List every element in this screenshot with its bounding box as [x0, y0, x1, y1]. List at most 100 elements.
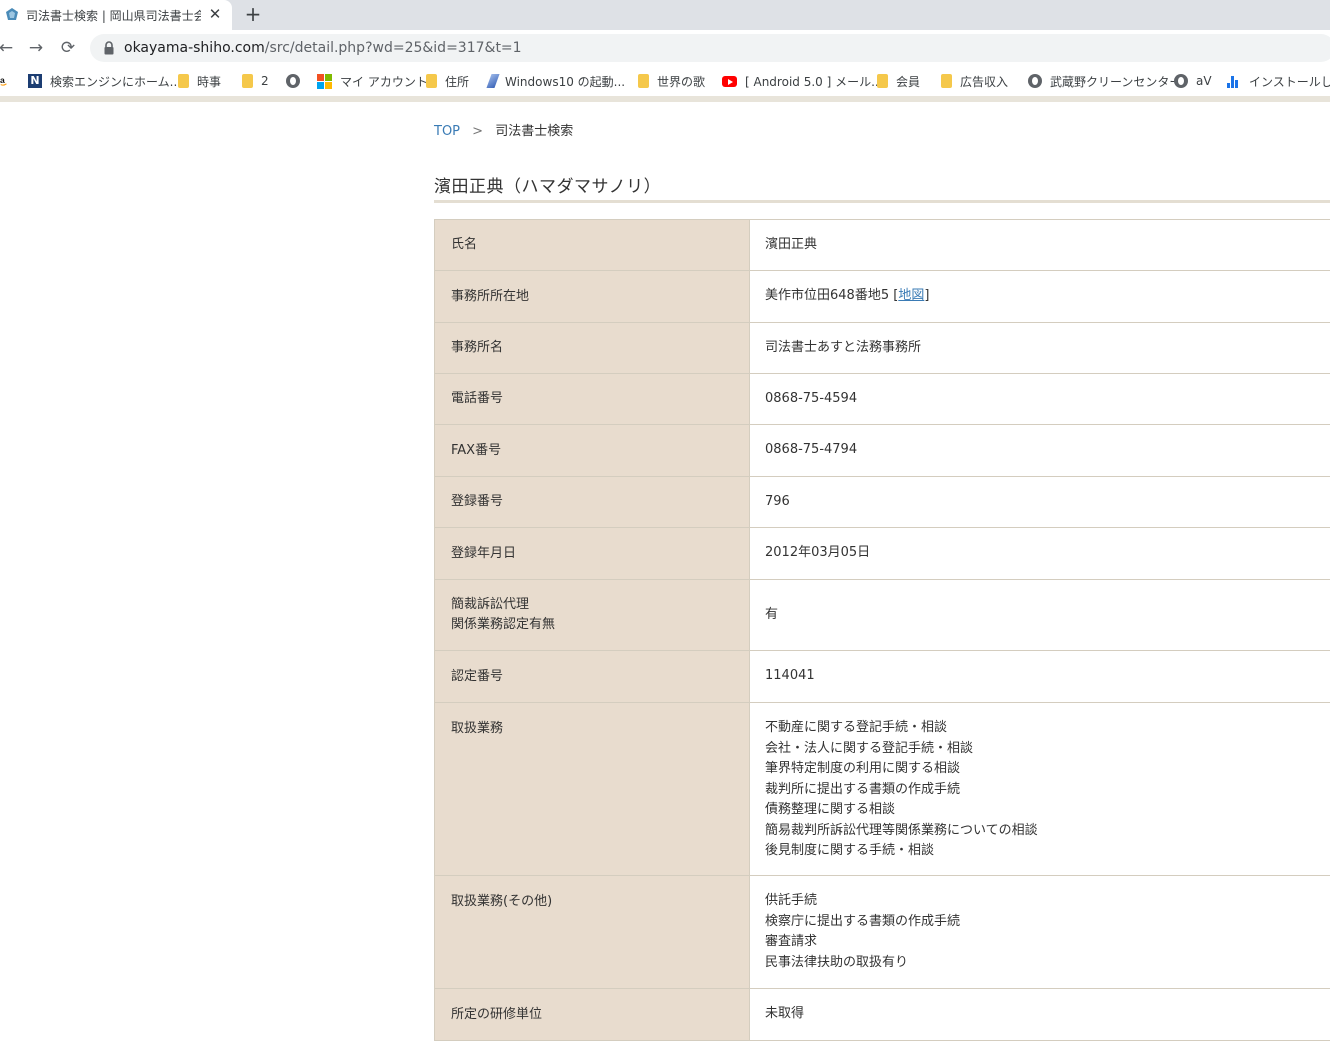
row-value: 濱田正典 [765, 236, 818, 252]
row-value: 2012年03月05日 [765, 545, 871, 561]
table-row-phone: 電話番号 0868-75-4594 [434, 374, 1330, 425]
breadcrumb-current: 司法書士検索 [495, 124, 574, 139]
row-label: 氏名 [434, 220, 750, 270]
row-value: 供託手続 検察庁に提出する書類の作成手続 審査請求 民事法律扶助の取扱有り [750, 876, 1330, 988]
windows-icon [486, 74, 500, 88]
row-label: 所定の研修単位 [434, 989, 750, 1040]
table-row-registration-number: 登録番号 796 [434, 477, 1330, 528]
amazon-icon: a [0, 75, 7, 86]
row-label: 事務所所在地 [434, 271, 750, 322]
row-label-line: 関係業務認定有無 [451, 617, 556, 632]
row-value: 114041 [765, 668, 815, 684]
bookmark-globe[interactable] [286, 72, 308, 90]
breadcrumb-top-link[interactable]: TOP [434, 124, 460, 139]
row-label: 事務所名 [434, 323, 750, 373]
detail-table: 氏名 濱田正典 事務所所在地 美作市位田648番地5 [地図] 事務所名 司法書… [434, 219, 1330, 1041]
bookmark-ad-income[interactable]: 広告収入 [941, 72, 1008, 90]
row-label-line: 簡裁訴訟代理 [451, 597, 530, 612]
table-row-name: 氏名 濱田正典 [434, 220, 1330, 271]
table-row-services: 取扱業務 不動産に関する登記手続・相談 会社・法人に関する登記手続・相談 筆界特… [434, 703, 1330, 876]
new-tab-button[interactable]: + [242, 2, 264, 26]
globe-icon [286, 74, 300, 88]
url-host: okayama-shiho.com [124, 40, 265, 56]
table-row-training: 所定の研修単位 未取得 [434, 989, 1330, 1041]
service-item: 後見制度に関する手続・相談 [765, 843, 935, 858]
bookmark-install[interactable]: インストールしてい [1227, 72, 1330, 90]
row-value: 有 [765, 606, 779, 622]
row-value: 0868-75-4594 [765, 390, 858, 406]
bookmark-label: マイ アカウント [340, 74, 428, 89]
row-label: 登録年月日 [434, 528, 750, 579]
bookmarks-bar: a N 検索エンジンにホーム... 時事 2 マイ アカウント 住所 Windo… [0, 66, 1330, 96]
bookmark-label: [ Android 5.0 ] メール... [745, 74, 883, 89]
svg-text:a: a [0, 75, 5, 85]
bookmark-jiji[interactable]: 時事 [178, 72, 221, 90]
browser-tab[interactable]: 司法書士検索 | 岡山県司法書士会 ✕ [0, 0, 232, 30]
row-label: 簡裁訴訟代理 関係業務認定有無 [434, 580, 750, 650]
back-icon[interactable]: ← [0, 38, 16, 58]
map-link-close-bracket: ] [924, 288, 930, 304]
address-text: 美作市位田648番地5 [765, 288, 890, 304]
forward-icon[interactable]: → [26, 38, 46, 58]
folder-icon [426, 74, 437, 88]
bookmark-address[interactable]: 住所 [426, 72, 469, 90]
url-path: /src/detail.php?wd=25&id=317&t=1 [264, 40, 522, 56]
table-row-certification-number: 認定番号 114041 [434, 651, 1330, 703]
map-link[interactable]: 地図 [898, 286, 924, 307]
service-item: 簡易裁判所訴訟代理等関係業務についての相談 [765, 822, 1038, 838]
row-value: 司法書士あすと法務事務所 [765, 339, 922, 355]
bookmark-windows10[interactable]: Windows10 の起動... [486, 72, 625, 90]
row-value: 不動産に関する登記手続・相談 会社・法人に関する登記手続・相談 筆界特定制度の利… [750, 703, 1330, 875]
bookmark-label: aV [1196, 74, 1212, 88]
service-item: 裁判所に提出する書類の作成手続 [765, 781, 961, 797]
bookmark-my-account[interactable]: マイ アカウント [317, 72, 428, 90]
table-row-services-other: 取扱業務(その他) 供託手続 検察庁に提出する書類の作成手続 審査請求 民事法律… [434, 876, 1330, 989]
service-item: 筆界特定制度の利用に関する相談 [765, 761, 961, 776]
service-item: 債務整理に関する相談 [765, 802, 896, 817]
bookmark-amazon[interactable]: a [0, 72, 18, 90]
bookmark-2[interactable]: 2 [242, 72, 269, 90]
table-row-certification: 簡裁訴訟代理 関係業務認定有無 有 [434, 580, 1330, 651]
bookmark-search-engine[interactable]: N 検索エンジンにホーム... [28, 72, 181, 90]
bookmark-label: 世界の歌 [657, 74, 706, 89]
youtube-icon [722, 75, 737, 87]
service-item: 審査請求 [765, 934, 818, 949]
row-label: 認定番号 [434, 651, 750, 702]
row-value: 未取得 [765, 1006, 805, 1022]
bookmark-musashino[interactable]: 武蔵野クリーンセンター [1028, 72, 1181, 90]
row-label: 電話番号 [434, 374, 750, 424]
site-favicon-icon [6, 8, 18, 20]
row-label: FAX番号 [434, 425, 750, 476]
bookmark-label: 2 [261, 74, 269, 88]
title-underline [434, 200, 1330, 203]
microsoft-icon [317, 73, 332, 89]
breadcrumb: TOP > 司法書士検索 [434, 120, 573, 139]
row-value: 796 [765, 493, 790, 509]
bookmark-label: インストールしてい [1249, 74, 1330, 89]
table-row-registration-date: 登録年月日 2012年03月05日 [434, 528, 1330, 580]
globe-icon [1174, 74, 1188, 88]
folder-icon [178, 74, 189, 88]
bookmark-label: 武蔵野クリーンセンター [1050, 74, 1182, 89]
service-item: 不動産に関する登記手続・相談 [765, 720, 948, 735]
table-row-address: 事務所所在地 美作市位田648番地5 [地図] [434, 271, 1330, 323]
bookmark-av[interactable]: aV [1174, 72, 1212, 90]
bookmark-members[interactable]: 会員 [877, 72, 920, 90]
folder-icon [877, 74, 888, 88]
service-item: 検察庁に提出する書類の作成手続 [765, 913, 961, 929]
lock-icon [104, 41, 114, 55]
row-label: 登録番号 [434, 477, 750, 527]
bookmark-world-songs[interactable]: 世界の歌 [638, 72, 705, 90]
globe-icon [1028, 74, 1042, 88]
address-bar[interactable]: okayama-shiho.com/src/detail.php?wd=25&i… [90, 34, 1330, 62]
bookmark-android-mail[interactable]: [ Android 5.0 ] メール... [722, 72, 883, 90]
bookmark-label: 住所 [445, 74, 470, 89]
reload-icon[interactable]: ⟳ [58, 38, 78, 58]
row-label: 取扱業務 [434, 703, 750, 875]
bookmark-label: 時事 [197, 74, 222, 89]
service-item: 民事法律扶助の取扱有り [765, 954, 909, 970]
close-tab-icon[interactable]: ✕ [206, 4, 224, 24]
folder-icon [638, 74, 649, 88]
row-value: 0868-75-4794 [765, 442, 858, 458]
table-row-fax: FAX番号 0868-75-4794 [434, 425, 1330, 477]
